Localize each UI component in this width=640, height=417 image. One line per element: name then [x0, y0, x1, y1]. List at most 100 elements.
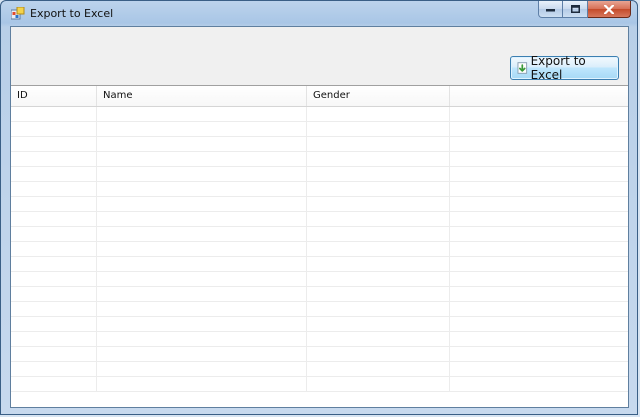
table-cell[interactable] — [11, 347, 97, 361]
table-row[interactable] — [11, 152, 628, 167]
table-cell[interactable] — [307, 332, 450, 346]
table-row[interactable] — [11, 362, 628, 377]
table-cell[interactable] — [97, 377, 307, 391]
table-cell[interactable] — [11, 107, 97, 121]
minimize-button[interactable] — [538, 1, 563, 18]
table-row[interactable] — [11, 302, 628, 317]
table-row[interactable] — [11, 287, 628, 302]
table-cell[interactable] — [11, 137, 97, 151]
table-cell[interactable] — [307, 287, 450, 301]
table-cell[interactable] — [97, 257, 307, 271]
table-cell-filler — [450, 182, 628, 196]
table-row[interactable] — [11, 332, 628, 347]
table-cell[interactable] — [97, 242, 307, 256]
table-row[interactable] — [11, 347, 628, 362]
table-cell[interactable] — [307, 272, 450, 286]
table-row[interactable] — [11, 377, 628, 392]
table-cell[interactable] — [307, 137, 450, 151]
table-cell[interactable] — [97, 317, 307, 331]
window-title: Export to Excel — [30, 7, 114, 20]
table-cell[interactable] — [97, 302, 307, 316]
table-cell[interactable] — [11, 317, 97, 331]
table-cell[interactable] — [97, 152, 307, 166]
table-row[interactable] — [11, 107, 628, 122]
table-cell[interactable] — [307, 242, 450, 256]
app-icon — [11, 7, 25, 20]
table-row[interactable] — [11, 212, 628, 227]
maximize-button[interactable] — [563, 1, 588, 18]
table-cell[interactable] — [97, 287, 307, 301]
title-bar[interactable]: Export to Excel — [1, 1, 637, 26]
table-cell[interactable] — [307, 257, 450, 271]
table-cell[interactable] — [11, 227, 97, 241]
table-row[interactable] — [11, 197, 628, 212]
table-cell[interactable] — [11, 197, 97, 211]
table-cell-filler — [450, 212, 628, 226]
table-cell-filler — [450, 257, 628, 271]
table-cell[interactable] — [11, 332, 97, 346]
column-header-name[interactable]: Name — [97, 86, 307, 106]
table-cell[interactable] — [307, 362, 450, 376]
table-row[interactable] — [11, 122, 628, 137]
table-cell-filler — [450, 302, 628, 316]
table-cell[interactable] — [97, 227, 307, 241]
table-cell[interactable] — [11, 152, 97, 166]
table-cell[interactable] — [307, 212, 450, 226]
data-grid[interactable]: ID Name Gender — [11, 86, 628, 407]
table-cell[interactable] — [97, 107, 307, 121]
close-button[interactable] — [588, 1, 631, 18]
table-cell[interactable] — [307, 317, 450, 331]
table-cell[interactable] — [307, 197, 450, 211]
table-cell[interactable] — [11, 257, 97, 271]
table-cell[interactable] — [97, 272, 307, 286]
table-cell[interactable] — [97, 137, 307, 151]
table-row[interactable] — [11, 272, 628, 287]
table-cell[interactable] — [97, 182, 307, 196]
export-to-excel-button[interactable]: Export to Excel — [510, 54, 619, 82]
table-cell[interactable] — [307, 347, 450, 361]
table-cell-filler — [450, 362, 628, 376]
table-row[interactable] — [11, 182, 628, 197]
table-row[interactable] — [11, 137, 628, 152]
table-cell[interactable] — [11, 242, 97, 256]
table-cell[interactable] — [97, 212, 307, 226]
table-cell[interactable] — [11, 287, 97, 301]
table-cell-filler — [450, 122, 628, 136]
table-cell[interactable] — [307, 227, 450, 241]
table-row[interactable] — [11, 242, 628, 257]
table-cell[interactable] — [97, 122, 307, 136]
minimize-icon — [546, 8, 555, 11]
table-cell[interactable] — [307, 377, 450, 391]
table-cell-filler — [450, 377, 628, 391]
table-row[interactable] — [11, 227, 628, 242]
table-cell[interactable] — [11, 302, 97, 316]
table-cell[interactable] — [97, 332, 307, 346]
table-cell[interactable] — [11, 122, 97, 136]
table-row[interactable] — [11, 257, 628, 272]
table-cell[interactable] — [307, 122, 450, 136]
table-cell[interactable] — [307, 167, 450, 181]
table-cell-filler — [450, 317, 628, 331]
table-cell[interactable] — [307, 107, 450, 121]
table-cell[interactable] — [11, 212, 97, 226]
column-header-gender[interactable]: Gender — [307, 86, 450, 106]
table-cell-filler — [450, 167, 628, 181]
table-cell[interactable] — [97, 197, 307, 211]
column-header-id[interactable]: ID — [11, 86, 97, 106]
table-cell[interactable] — [11, 167, 97, 181]
table-row[interactable] — [11, 167, 628, 182]
table-cell[interactable] — [97, 362, 307, 376]
table-cell[interactable] — [97, 167, 307, 181]
form-client-area: Export to Excel ID Name Gender — [10, 26, 629, 408]
table-cell[interactable] — [307, 302, 450, 316]
export-button-label: Export to Excel — [530, 54, 586, 82]
table-cell[interactable] — [11, 377, 97, 391]
table-cell[interactable] — [97, 347, 307, 361]
table-row[interactable] — [11, 317, 628, 332]
table-cell-filler — [450, 287, 628, 301]
table-cell[interactable] — [11, 362, 97, 376]
table-cell[interactable] — [307, 152, 450, 166]
table-cell[interactable] — [11, 182, 97, 196]
table-cell[interactable] — [11, 272, 97, 286]
table-cell[interactable] — [307, 182, 450, 196]
